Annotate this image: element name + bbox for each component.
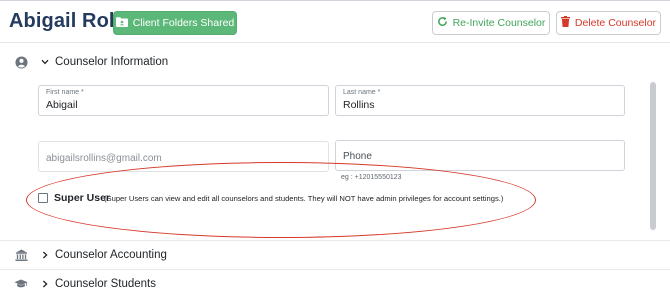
phone-field[interactable]: Phone bbox=[335, 140, 625, 171]
email-placeholder: abigailsrollins@gmail.com bbox=[46, 153, 162, 164]
phone-hint: eg : +12015550123 bbox=[341, 174, 402, 181]
first-name-label: First name * bbox=[46, 89, 84, 96]
last-name-field[interactable]: Last name * Rollins bbox=[335, 85, 625, 116]
client-folders-shared-label: Client Folders Shared bbox=[132, 17, 235, 29]
shared-folder-icon bbox=[115, 16, 128, 30]
counselor-information-toggle[interactable]: Counselor Information bbox=[41, 56, 168, 68]
counselor-accounting-toggle[interactable]: Counselor Accounting bbox=[41, 249, 167, 261]
delete-counselor-button[interactable]: Delete Counselor bbox=[556, 11, 661, 35]
counselor-students-label: Counselor Students bbox=[55, 278, 157, 290]
delete-counselor-label: Delete Counselor bbox=[574, 17, 657, 29]
reinvite-counselor-button[interactable]: Re-Invite Counselor bbox=[432, 11, 550, 35]
super-user-label: Super User bbox=[54, 192, 111, 204]
super-user-description: (Super Users can view and edit all couns… bbox=[104, 193, 504, 203]
super-user-checkbox[interactable] bbox=[38, 193, 48, 203]
refresh-icon bbox=[437, 16, 448, 30]
counselor-information-label: Counselor Information bbox=[55, 56, 169, 68]
user-circle-icon bbox=[14, 55, 28, 69]
first-name-value: Abigail bbox=[46, 99, 78, 111]
email-field[interactable]: abigailsrollins@gmail.com bbox=[38, 141, 329, 172]
bank-icon bbox=[14, 248, 28, 262]
phone-placeholder: Phone bbox=[343, 151, 372, 162]
first-name-field[interactable]: First name * Abigail bbox=[38, 85, 329, 116]
page-header: Abigail Rollins Client Folders Shared Re… bbox=[0, 1, 670, 43]
last-name-value: Rollins bbox=[343, 99, 375, 111]
counselor-accounting-label: Counselor Accounting bbox=[55, 249, 167, 261]
graduation-cap-icon bbox=[14, 277, 28, 291]
section-counselor-accounting: Counselor Accounting bbox=[0, 244, 670, 266]
section-counselor-information: Counselor Information bbox=[0, 51, 670, 73]
section-divider bbox=[0, 240, 670, 241]
client-folders-shared-button[interactable]: Client Folders Shared bbox=[113, 11, 237, 35]
scrollbar[interactable] bbox=[650, 82, 656, 230]
last-name-label: Last name * bbox=[343, 89, 381, 96]
chevron-down-icon bbox=[41, 59, 49, 65]
reinvite-counselor-label: Re-Invite Counselor bbox=[452, 17, 546, 29]
chevron-right-icon bbox=[42, 280, 48, 288]
trash-icon bbox=[560, 16, 570, 30]
chevron-right-icon bbox=[42, 251, 48, 259]
section-divider bbox=[0, 269, 670, 270]
section-counselor-students: Counselor Students bbox=[0, 273, 670, 295]
counselor-students-toggle[interactable]: Counselor Students bbox=[41, 278, 156, 290]
